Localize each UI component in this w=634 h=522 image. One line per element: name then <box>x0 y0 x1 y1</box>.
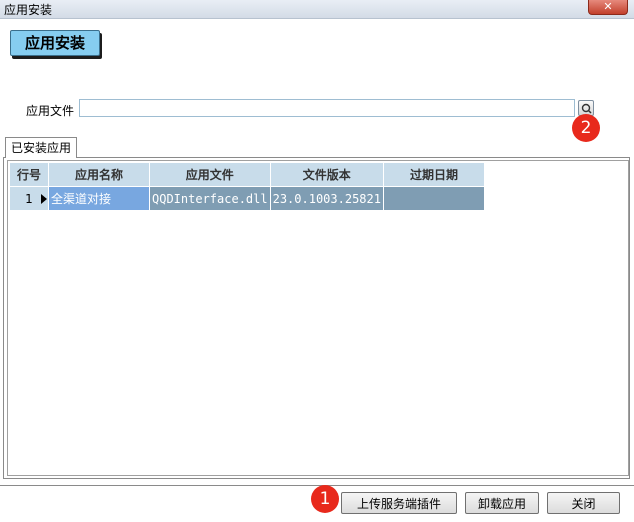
current-row-indicator-icon <box>41 194 47 204</box>
installed-apps-table: 行号 应用名称 应用文件 文件版本 过期日期 1 全渠道对接 QQDInterf… <box>9 162 485 211</box>
app-name-cell[interactable]: 全渠道对接 <box>48 186 150 211</box>
upload-server-plugin-button[interactable]: 上传服务端插件 <box>341 492 457 514</box>
version-cell[interactable]: 23.0.1003.25821 <box>269 186 384 211</box>
row-number: 1 <box>25 191 33 206</box>
column-header-version[interactable]: 文件版本 <box>269 162 384 187</box>
column-header-app-name[interactable]: 应用名称 <box>48 162 150 187</box>
expiry-cell[interactable] <box>382 186 485 211</box>
footer-divider <box>0 485 634 486</box>
annotation-marker-1: 1 <box>311 485 339 513</box>
annotation-marker-2: 2 <box>572 114 600 142</box>
app-file-cell[interactable]: QQDInterface.dll <box>149 186 271 211</box>
table-header-row: 行号 应用名称 应用文件 文件版本 过期日期 <box>9 162 485 187</box>
column-header-expiry[interactable]: 过期日期 <box>382 162 485 187</box>
browse-icon <box>581 103 592 114</box>
uninstall-app-button[interactable]: 卸载应用 <box>465 492 539 514</box>
tab-installed-apps[interactable]: 已安装应用 <box>5 137 78 158</box>
close-icon: ✕ <box>603 0 613 13</box>
page-title: 应用安装 <box>10 30 100 56</box>
window-title: 应用安装 <box>4 3 53 17</box>
column-header-row-no[interactable]: 行号 <box>9 162 49 187</box>
app-file-label: 应用文件 <box>26 104 75 118</box>
window-title-bar: 应用安装 ✕ <box>0 0 634 19</box>
column-header-app-file[interactable]: 应用文件 <box>149 162 271 187</box>
row-number-cell[interactable]: 1 <box>9 186 49 211</box>
window-close-button[interactable]: ✕ <box>588 0 628 15</box>
table-row[interactable]: 1 全渠道对接 QQDInterface.dll 23.0.1003.25821 <box>9 186 485 211</box>
close-button[interactable]: 关闭 <box>547 492 620 514</box>
app-file-input[interactable] <box>79 99 575 117</box>
